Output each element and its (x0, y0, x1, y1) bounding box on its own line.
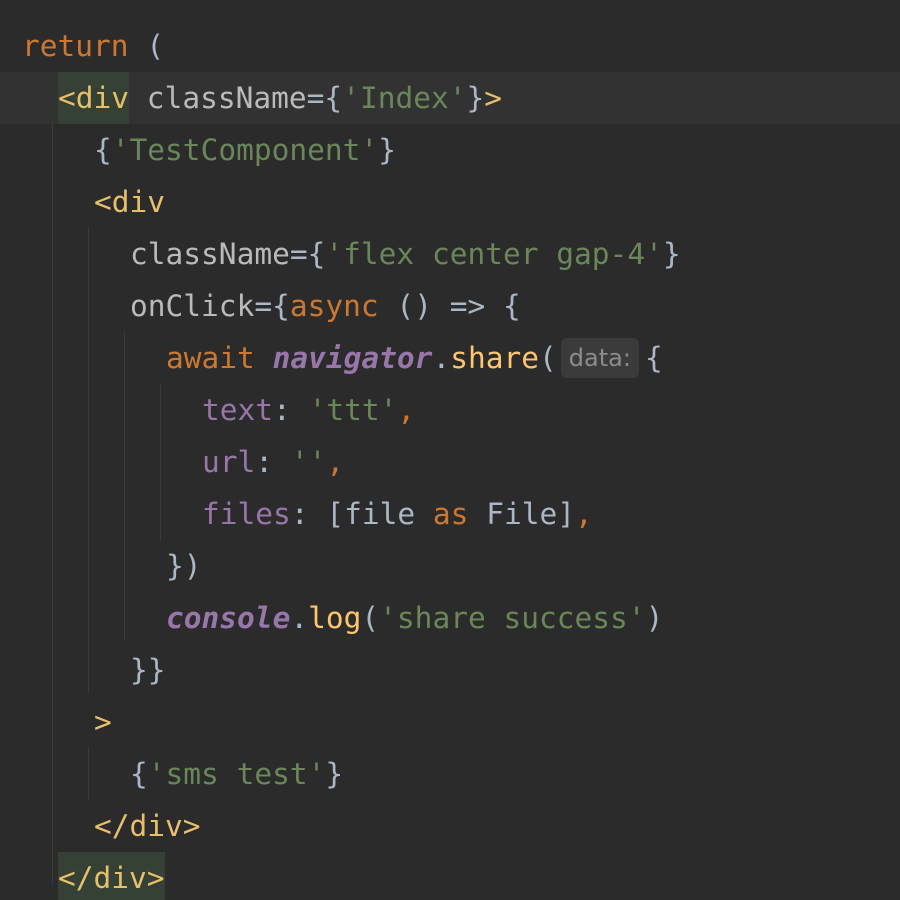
code-token: files (202, 497, 291, 531)
code-token: 'share success' (379, 601, 646, 635)
code-line[interactable]: <div (0, 176, 900, 228)
code-token: 'sms test' (147, 757, 326, 791)
code-line[interactable]: </div> (0, 852, 900, 900)
code-token: ={ (306, 81, 343, 115)
code-text: <div className={'Index'}> (58, 72, 502, 124)
matched-tag: <div (58, 72, 130, 124)
code-token: }) (166, 549, 202, 583)
code-token: ( (128, 29, 165, 63)
code-token: > (484, 81, 503, 115)
code-line[interactable]: {'sms test'} (0, 748, 900, 800)
code-text: }} (130, 644, 166, 696)
code-text: return ( (22, 20, 164, 72)
code-editor[interactable]: return (<div className={'Index'}> {'TestC… (0, 0, 900, 900)
code-token: navigator (272, 341, 433, 375)
code-line[interactable]: return ( (0, 20, 900, 72)
code-token: : (273, 393, 309, 427)
code-line[interactable]: {'TestComponent'} (0, 124, 900, 176)
code-line[interactable]: </div> (0, 800, 900, 852)
code-token: { (130, 757, 148, 791)
code-token: > (94, 705, 112, 739)
code-token: () => { (378, 289, 521, 323)
code-token: share (450, 341, 540, 375)
code-token: as (432, 497, 469, 531)
code-token: , (575, 497, 593, 531)
code-text: {'sms test'} (130, 748, 343, 800)
code-token: 'Index' (342, 81, 467, 115)
code-text: </div> (58, 852, 165, 900)
code-token: : (255, 445, 291, 479)
code-text: className={'flex center gap-4'} (130, 228, 681, 280)
code-token: . (290, 601, 309, 635)
code-text: await navigator.share(data:{ (166, 332, 663, 384)
code-text: console.log('share success') (166, 592, 663, 644)
code-token: . (432, 341, 451, 375)
code-token: }} (130, 653, 166, 687)
code-line[interactable]: console.log('share success') (0, 592, 900, 644)
code-token: File] (468, 497, 576, 531)
code-token: ( (539, 341, 557, 375)
code-token: <div (94, 185, 166, 219)
code-token: { (94, 133, 112, 167)
code-token: ( (361, 601, 380, 635)
code-token: 'flex center gap-4' (325, 237, 663, 271)
code-text: <div (94, 176, 165, 228)
code-token: onClick (130, 289, 255, 323)
code-line[interactable]: <div className={'Index'}> (0, 72, 900, 124)
code-line[interactable]: className={'flex center gap-4'} (0, 228, 900, 280)
code-token: await (166, 341, 273, 375)
parameter-hint: data: (560, 337, 639, 378)
code-token: , (326, 445, 345, 479)
code-token: text (202, 393, 274, 427)
code-text: }) (166, 540, 202, 592)
code-token: ={ (254, 289, 290, 323)
code-token: } (378, 133, 396, 167)
code-text: {'TestComponent'} (94, 124, 396, 176)
code-token: } (662, 237, 681, 271)
code-token: : [file (290, 497, 433, 531)
code-text: text: 'ttt', (202, 384, 415, 436)
code-token: '' (290, 445, 327, 479)
code-text: files: [file as File], (202, 488, 593, 540)
code-line[interactable]: > (0, 696, 900, 748)
code-token: { (644, 341, 663, 375)
code-token: </div> (94, 809, 201, 843)
code-text: onClick={async () => { (130, 280, 521, 332)
code-token: url (202, 445, 256, 479)
code-token: 'TestComponent' (111, 133, 379, 167)
code-token: console (166, 601, 291, 635)
code-line[interactable]: onClick={async () => { (0, 280, 900, 332)
code-token: ={ (289, 237, 326, 271)
code-text: </div> (94, 800, 201, 852)
code-token: async (289, 289, 379, 323)
code-line[interactable]: url: '', (0, 436, 900, 488)
code-line[interactable]: text: 'ttt', (0, 384, 900, 436)
code-token: className (130, 237, 290, 271)
code-token: } (466, 81, 485, 115)
code-token: return (22, 29, 129, 63)
code-line[interactable]: }} (0, 644, 900, 696)
code-token: } (325, 757, 344, 791)
code-line[interactable]: await navigator.share(data:{ (0, 332, 900, 384)
code-token: 'ttt' (308, 393, 398, 427)
code-text: > (94, 696, 112, 748)
code-token: , (397, 393, 416, 427)
matched-tag: </div> (58, 852, 165, 900)
code-token: ) (645, 601, 664, 635)
code-token: className (129, 81, 307, 115)
code-line[interactable]: }) (0, 540, 900, 592)
code-token: log (308, 601, 362, 635)
code-text: url: '', (202, 436, 344, 488)
code-line[interactable]: files: [file as File], (0, 488, 900, 540)
